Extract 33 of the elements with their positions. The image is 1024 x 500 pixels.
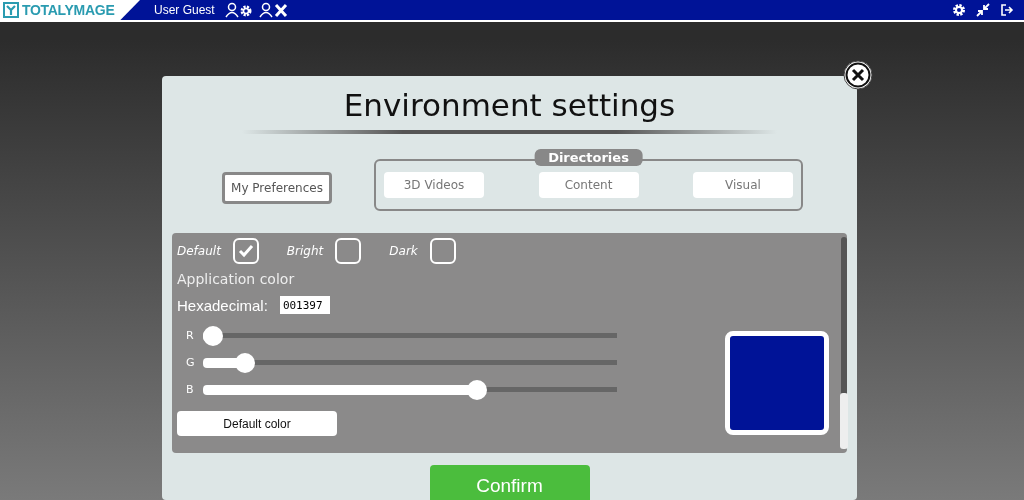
- close-icon[interactable]: [843, 60, 873, 90]
- settings-icon[interactable]: [952, 3, 966, 17]
- theme-label: Bright: [286, 244, 324, 258]
- logout-icon[interactable]: [1000, 3, 1014, 17]
- field-label: Hexadecimal:: [177, 296, 268, 314]
- slider-thumb[interactable]: [466, 379, 487, 400]
- hexadecimal-field[interactable]: 001397: [279, 296, 330, 314]
- theme-checkbox[interactable]: [429, 238, 456, 264]
- logo-text: TOTALYMAGE: [22, 2, 115, 18]
- group-title: Directories: [534, 149, 643, 166]
- slider-label: G: [185, 356, 196, 369]
- dialog-title: Environment settings: [342, 86, 677, 124]
- logo-icon: [3, 2, 19, 18]
- slider-thumb[interactable]: [234, 352, 255, 373]
- theme-label: Default: [177, 244, 221, 258]
- user-remove-icon[interactable]: [258, 2, 289, 18]
- user-name: User Guest: [154, 3, 215, 17]
- theme-checkbox[interactable]: [335, 238, 362, 264]
- scrollbar[interactable]: [841, 237, 847, 449]
- directory-tab[interactable]: Visual: [693, 172, 793, 198]
- theme-label: Dark: [389, 244, 418, 258]
- check-icon: [237, 244, 254, 258]
- slider-label: R: [185, 329, 195, 342]
- slider-label: B: [185, 383, 195, 396]
- preferences-tab[interactable]: My Preferences: [222, 172, 332, 204]
- directory-tab[interactable]: Content: [538, 172, 639, 198]
- default-color-button[interactable]: Default color: [177, 411, 337, 436]
- theme-checkbox[interactable]: [232, 238, 259, 264]
- minimize-icon[interactable]: [976, 3, 990, 17]
- section-label: Application color: [177, 271, 296, 287]
- confirm-button[interactable]: Confirm: [429, 465, 590, 500]
- directory-tab[interactable]: 3D Videos: [384, 172, 484, 198]
- slider-thumb[interactable]: [203, 325, 223, 346]
